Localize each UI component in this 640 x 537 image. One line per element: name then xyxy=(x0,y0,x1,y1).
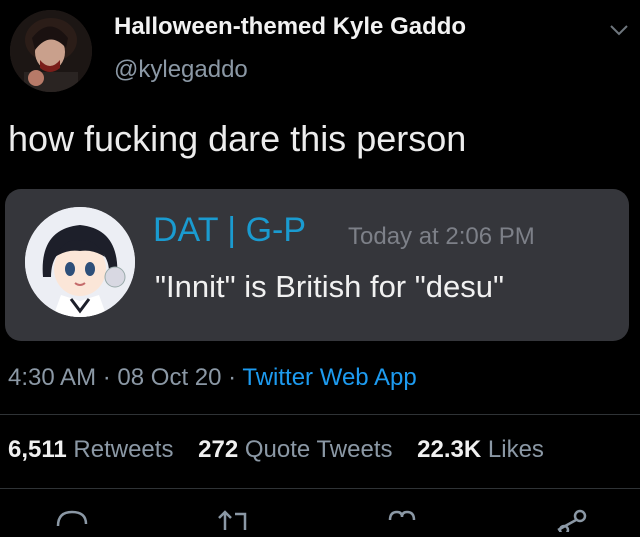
embed-avatar xyxy=(25,207,135,317)
author-display-name[interactable]: Halloween-themed Kyle Gaddo xyxy=(114,13,466,41)
engagement-stats: 6,511 Retweets 272 Quote Tweets 22.3K Li… xyxy=(8,436,544,464)
separator: · xyxy=(102,364,111,391)
quote-tweets-stat[interactable]: 272 Quote Tweets xyxy=(198,436,392,463)
divider xyxy=(0,488,640,489)
share-icon[interactable] xyxy=(552,508,592,536)
chevron-down-icon[interactable] xyxy=(606,20,632,40)
embed-username: DAT | G-P xyxy=(153,211,307,249)
retweets-stat[interactable]: 6,511 Retweets xyxy=(8,436,173,463)
embed-timestamp: Today at 2:06 PM xyxy=(348,223,535,250)
reply-icon[interactable] xyxy=(52,508,92,532)
retweets-count: 6,511 xyxy=(8,436,67,463)
embedded-screenshot: DAT | G-P Today at 2:06 PM "Innit" is Br… xyxy=(5,189,629,341)
author-handle[interactable]: @kylegaddo xyxy=(114,56,248,84)
retweets-label: Retweets xyxy=(73,436,174,463)
divider xyxy=(0,414,640,415)
author-avatar[interactable] xyxy=(10,10,92,92)
tweet-metadata: 4:30 AM · 08 Oct 20 · Twitter Web App xyxy=(8,364,417,392)
quote-tweets-label: Quote Tweets xyxy=(244,436,393,463)
likes-label: Likes xyxy=(487,436,544,463)
like-icon[interactable] xyxy=(382,508,422,532)
tweet-date[interactable]: 08 Oct 20 xyxy=(117,364,221,391)
likes-count: 22.3K xyxy=(417,436,482,463)
retweet-icon[interactable] xyxy=(215,508,255,532)
tweet-time[interactable]: 4:30 AM xyxy=(8,364,96,391)
tweet-text: how fucking dare this person xyxy=(8,118,467,159)
separator: · xyxy=(228,364,237,391)
quote-tweets-count: 272 xyxy=(198,436,239,463)
embed-message: "Innit" is British for "desu" xyxy=(155,269,504,304)
tweet-source-link[interactable]: Twitter Web App xyxy=(242,364,416,391)
likes-stat[interactable]: 22.3K Likes xyxy=(417,436,544,463)
